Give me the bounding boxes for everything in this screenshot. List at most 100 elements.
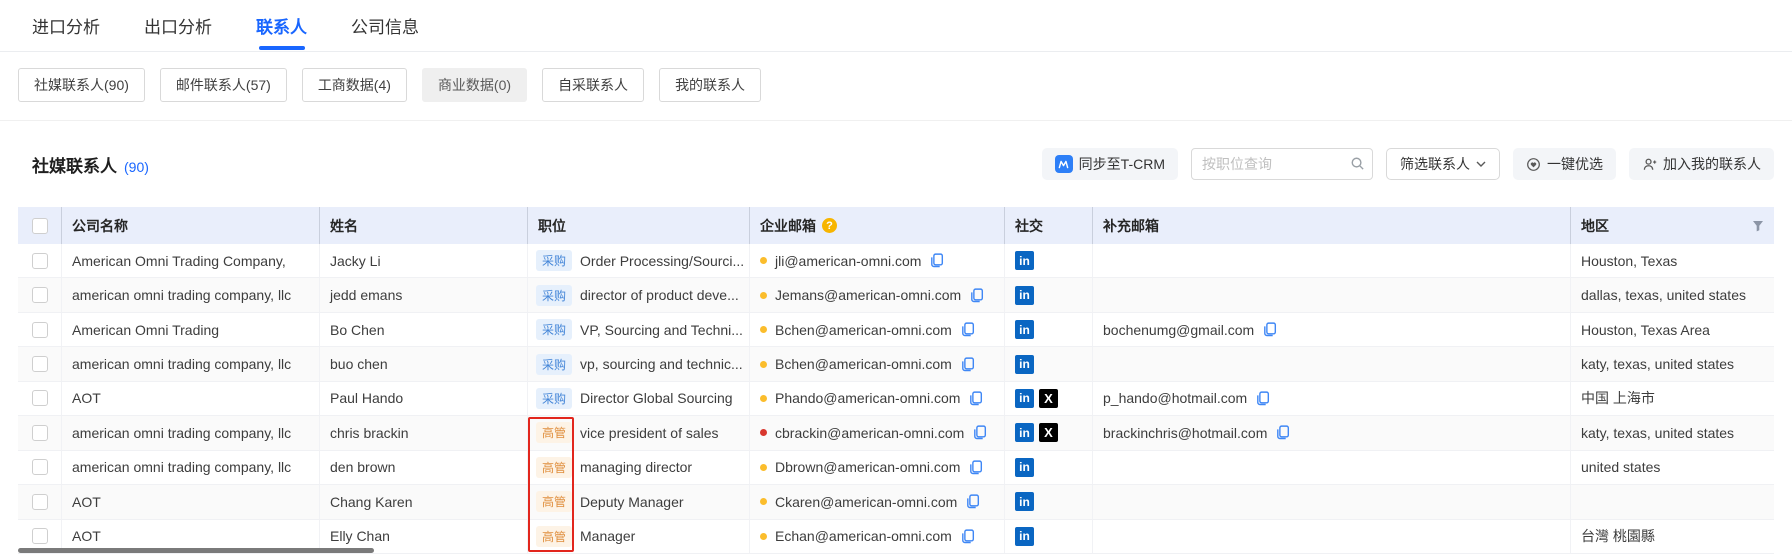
email-status-dot [760,361,767,368]
header-extra-email: 补充邮箱 [1093,207,1571,244]
header-email: 企业邮箱? [750,207,1005,244]
row-checkbox[interactable] [32,528,48,544]
copy-icon[interactable] [969,288,984,303]
region-filter-funnel-icon[interactable] [1752,220,1764,232]
copy-icon[interactable] [960,322,975,337]
copy-icon[interactable] [965,494,980,509]
tab-contacts[interactable]: 联系人 [256,0,307,52]
row-checkbox[interactable] [32,494,48,510]
job-title-cell: 高管vice president of sales [528,416,750,449]
tab-export-analysis[interactable]: 出口分析 [144,0,212,52]
copy-icon[interactable] [960,529,975,544]
role-tag: 高管 [536,491,572,512]
social-cell: in [1005,451,1093,484]
job-title-cell: 高管Deputy Manager [528,485,750,518]
header-name: 姓名 [320,207,528,244]
table-row: AOTPaul Hando采购Director Global SourcingP… [18,382,1774,416]
contact-source-filterbar: 社媒联系人(90) 邮件联系人(57) 工商数据(4) 商业数据(0) 自采联系… [0,52,1792,121]
copy-icon[interactable] [1262,322,1277,337]
add-to-my-contacts-button[interactable]: 加入我的联系人 [1629,148,1774,180]
row-checkbox[interactable] [32,287,48,303]
filter-social-contacts[interactable]: 社媒联系人(90) [18,68,145,102]
extra-email-cell [1093,520,1571,553]
filter-my-contacts[interactable]: 我的联系人 [659,68,761,102]
tab-import-analysis[interactable]: 进口分析 [32,0,100,52]
contacts-table: 公司名称 姓名 职位 企业邮箱? 社交 补充邮箱 地区 American Omn… [18,207,1774,554]
linkedin-icon[interactable]: in [1015,458,1034,477]
role-tag: 高管 [536,422,572,443]
sync-to-tcrm-button[interactable]: 同步至T-CRM [1042,148,1178,180]
filter-business-registry[interactable]: 工商数据(4) [302,68,407,102]
horizontal-scrollbar-thumb[interactable] [18,548,374,553]
job-title-cell: 采购Order Processing/Sourci... [528,244,750,277]
tab-company-info[interactable]: 公司信息 [351,0,419,52]
tcrm-logo-icon [1055,155,1073,173]
linkedin-icon[interactable]: in [1015,320,1034,339]
row-checkbox[interactable] [32,425,48,441]
sync-to-tcrm-label: 同步至T-CRM [1079,154,1165,174]
job-title-cell: 采购vp, sourcing and technic... [528,347,750,380]
section-title-text: 社媒联系人 [32,152,117,177]
linkedin-icon[interactable]: in [1015,286,1034,305]
extra-email-cell: p_hando@hotmail.com [1093,382,1571,415]
email-status-dot [760,498,767,505]
copy-icon[interactable] [972,425,987,440]
company-name-cell: american omni trading company, llc [62,347,320,380]
row-checkbox[interactable] [32,253,48,269]
company-name-cell: American Omni Trading Company, [62,244,320,277]
copy-icon[interactable] [1255,391,1270,406]
row-checkbox[interactable] [32,322,48,338]
social-cell: in [1005,520,1093,553]
header-region: 地区 [1571,207,1774,244]
email-status-dot [760,257,767,264]
linkedin-icon[interactable]: in [1015,389,1034,408]
filter-contacts-label: 筛选联系人 [1400,154,1470,174]
x-twitter-icon[interactable]: X [1039,389,1058,408]
job-title-cell: 采购Director Global Sourcing [528,382,750,415]
row-checkbox[interactable] [32,459,48,475]
contact-name-cell: Paul Hando [320,382,528,415]
linkedin-icon[interactable]: in [1015,492,1034,511]
filter-contacts-dropdown[interactable]: 筛选联系人 [1386,148,1500,180]
linkedin-icon[interactable]: in [1015,423,1034,442]
region-cell: katy, texas, united states [1571,347,1774,380]
filter-email-contacts[interactable]: 邮件联系人(57) [160,68,287,102]
table-toolbar: 同步至T-CRM 筛选联系人 一键优选 加入我的联系人 [1042,148,1774,180]
linkedin-icon[interactable]: in [1015,251,1034,270]
filter-self-collected[interactable]: 自采联系人 [542,68,644,102]
region-cell: 中国 上海市 [1571,382,1774,415]
one-click-optimize-button[interactable]: 一键优选 [1513,148,1616,180]
contact-name-cell: Chang Karen [320,485,528,518]
table-header: 公司名称 姓名 职位 企业邮箱? 社交 补充邮箱 地区 [18,207,1774,244]
copy-icon[interactable] [960,357,975,372]
x-twitter-icon[interactable]: X [1039,423,1058,442]
company-name-cell: american omni trading company, llc [62,416,320,449]
copy-icon[interactable] [968,391,983,406]
table-body: American Omni Trading Company,Jacky Li采购… [18,244,1774,554]
extra-email-cell [1093,244,1571,277]
region-cell: dallas, texas, united states [1571,278,1774,311]
filter-commercial-data[interactable]: 商业数据(0) [422,68,527,102]
email-status-dot [760,533,767,540]
linkedin-icon[interactable]: in [1015,527,1034,546]
role-tag: 采购 [536,388,572,409]
contact-name-cell: Bo Chen [320,313,528,346]
search-input[interactable] [1191,148,1373,180]
row-checkbox[interactable] [32,390,48,406]
email-status-dot [760,326,767,333]
chevron-down-icon [1476,161,1486,167]
section-header-row: 社媒联系人 (90) 同步至T-CRM 筛选联系人 一键优选 [0,121,1792,207]
copy-icon[interactable] [968,460,983,475]
row-checkbox[interactable] [32,356,48,372]
help-icon[interactable]: ? [822,218,837,233]
table-row: AOTChang Karen高管Deputy ManagerCkaren@ame… [18,485,1774,519]
search-icon[interactable] [1350,156,1365,171]
linkedin-icon[interactable]: in [1015,355,1034,374]
copy-icon[interactable] [1275,425,1290,440]
job-title-cell: 采购director of product deve... [528,278,750,311]
social-cell: in [1005,244,1093,277]
extra-email-cell [1093,278,1571,311]
copy-icon[interactable] [929,253,944,268]
extra-email-cell: bochenumg@gmail.com [1093,313,1571,346]
select-all-checkbox[interactable] [32,218,48,234]
